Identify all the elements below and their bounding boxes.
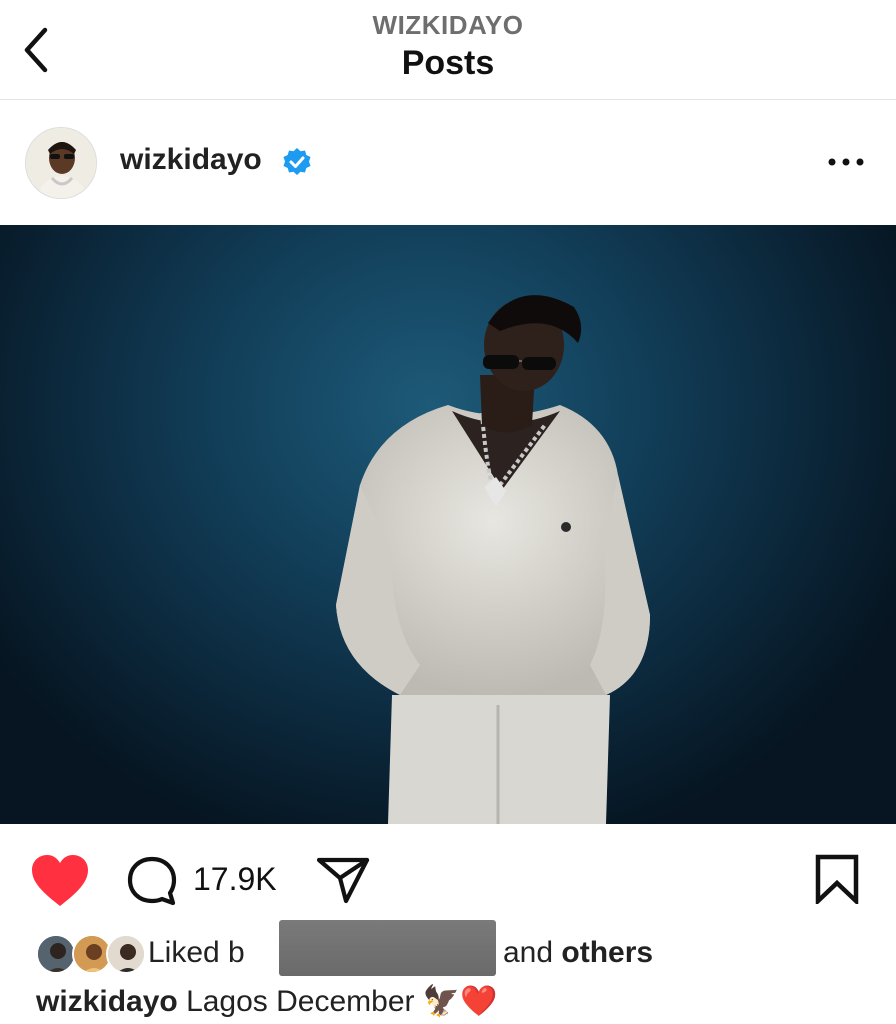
likes-summary[interactable]: Liked b and others — [36, 920, 896, 976]
post-photo-figure — [336, 295, 650, 824]
verified-icon — [283, 148, 311, 175]
post-caption: wizkidayo Lagos December 🦅❤️ — [36, 984, 498, 1019]
more-icon — [828, 158, 864, 166]
redacted-block — [279, 920, 496, 976]
share-icon[interactable] — [316, 856, 370, 904]
comment-icon[interactable] — [126, 855, 178, 907]
header-subtitle: WIZKIDAYO — [372, 10, 524, 40]
header-titles: WIZKIDAYO Posts — [0, 8, 896, 84]
caption-emoji: 🦅❤️ — [422, 985, 498, 1018]
page-title: Posts — [401, 44, 495, 82]
likes-suffix: and others — [503, 936, 653, 970]
likes-others[interactable]: others — [561, 936, 653, 969]
top-bar: WIZKIDAYO Posts — [0, 0, 896, 100]
avatar[interactable] — [25, 127, 97, 199]
caption-username[interactable]: wizkidayo — [36, 985, 178, 1018]
likes-prefix: Liked b — [148, 936, 245, 969]
post-username[interactable]: wizkidayo — [120, 143, 262, 177]
heart-icon[interactable] — [30, 854, 90, 908]
liker-avatar — [106, 934, 146, 974]
post-actions: 17.9K — [0, 824, 896, 934]
more-options-button[interactable] — [824, 145, 868, 179]
post-photo[interactable] — [0, 225, 896, 824]
comment-count: 17.9K — [193, 861, 277, 897]
avatar-image — [26, 128, 96, 198]
liker-avatar — [36, 934, 76, 974]
bookmark-icon[interactable] — [814, 854, 860, 904]
caption-text: Lagos December — [186, 985, 415, 1018]
post-header: wizkidayo — [0, 101, 896, 225]
likes-and: and — [503, 936, 554, 969]
